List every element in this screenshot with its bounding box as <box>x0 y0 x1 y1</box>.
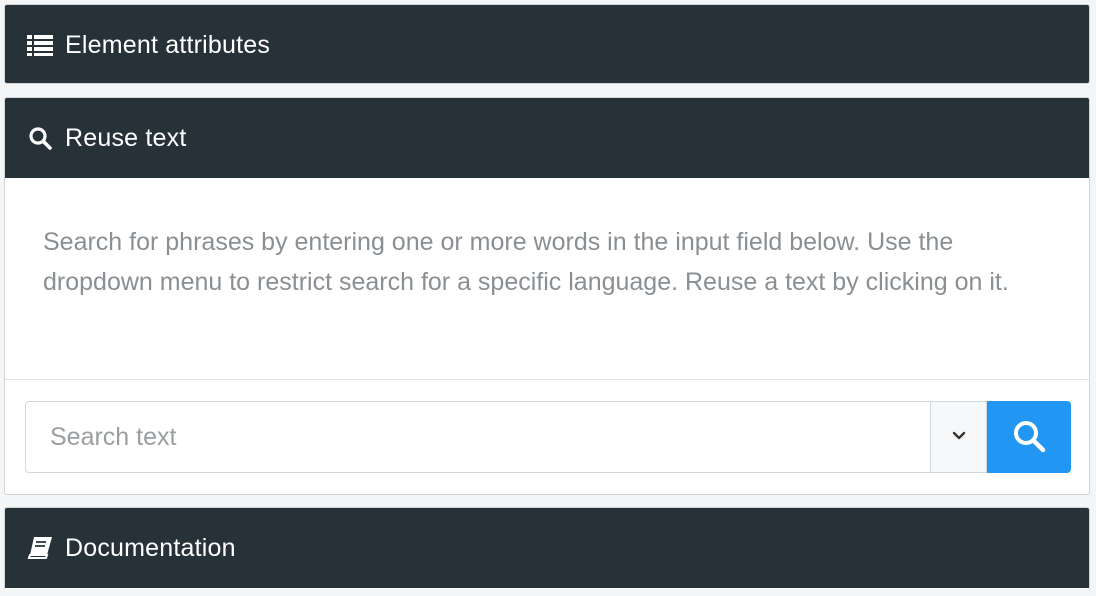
reuse-search-footer <box>5 380 1089 494</box>
element-attributes-title: Element attributes <box>65 30 271 59</box>
reuse-text-panel: Reuse text Search for phrases by enterin… <box>4 97 1090 495</box>
reuse-text-title: Reuse text <box>65 123 187 152</box>
documentation-header[interactable]: Documentation <box>5 508 1089 588</box>
search-icon <box>27 125 53 151</box>
search-text-input[interactable] <box>25 401 930 473</box>
chevron-down-icon <box>952 428 966 446</box>
documentation-panel: Documentation <box>4 507 1090 589</box>
documentation-title: Documentation <box>65 533 236 562</box>
list-icon <box>27 32 53 58</box>
search-button[interactable] <box>987 401 1071 473</box>
reuse-help-text: Search for phrases by entering one or mo… <box>43 228 1009 296</box>
language-dropdown[interactable] <box>930 401 987 473</box>
reuse-text-body: Search for phrases by entering one or mo… <box>5 178 1089 380</box>
search-icon <box>1012 419 1046 456</box>
book-icon <box>27 535 53 561</box>
search-group <box>25 401 1071 473</box>
reuse-text-header[interactable]: Reuse text <box>5 98 1089 178</box>
element-attributes-header[interactable]: Element attributes <box>5 5 1089 83</box>
element-attributes-panel: Element attributes <box>4 4 1090 84</box>
